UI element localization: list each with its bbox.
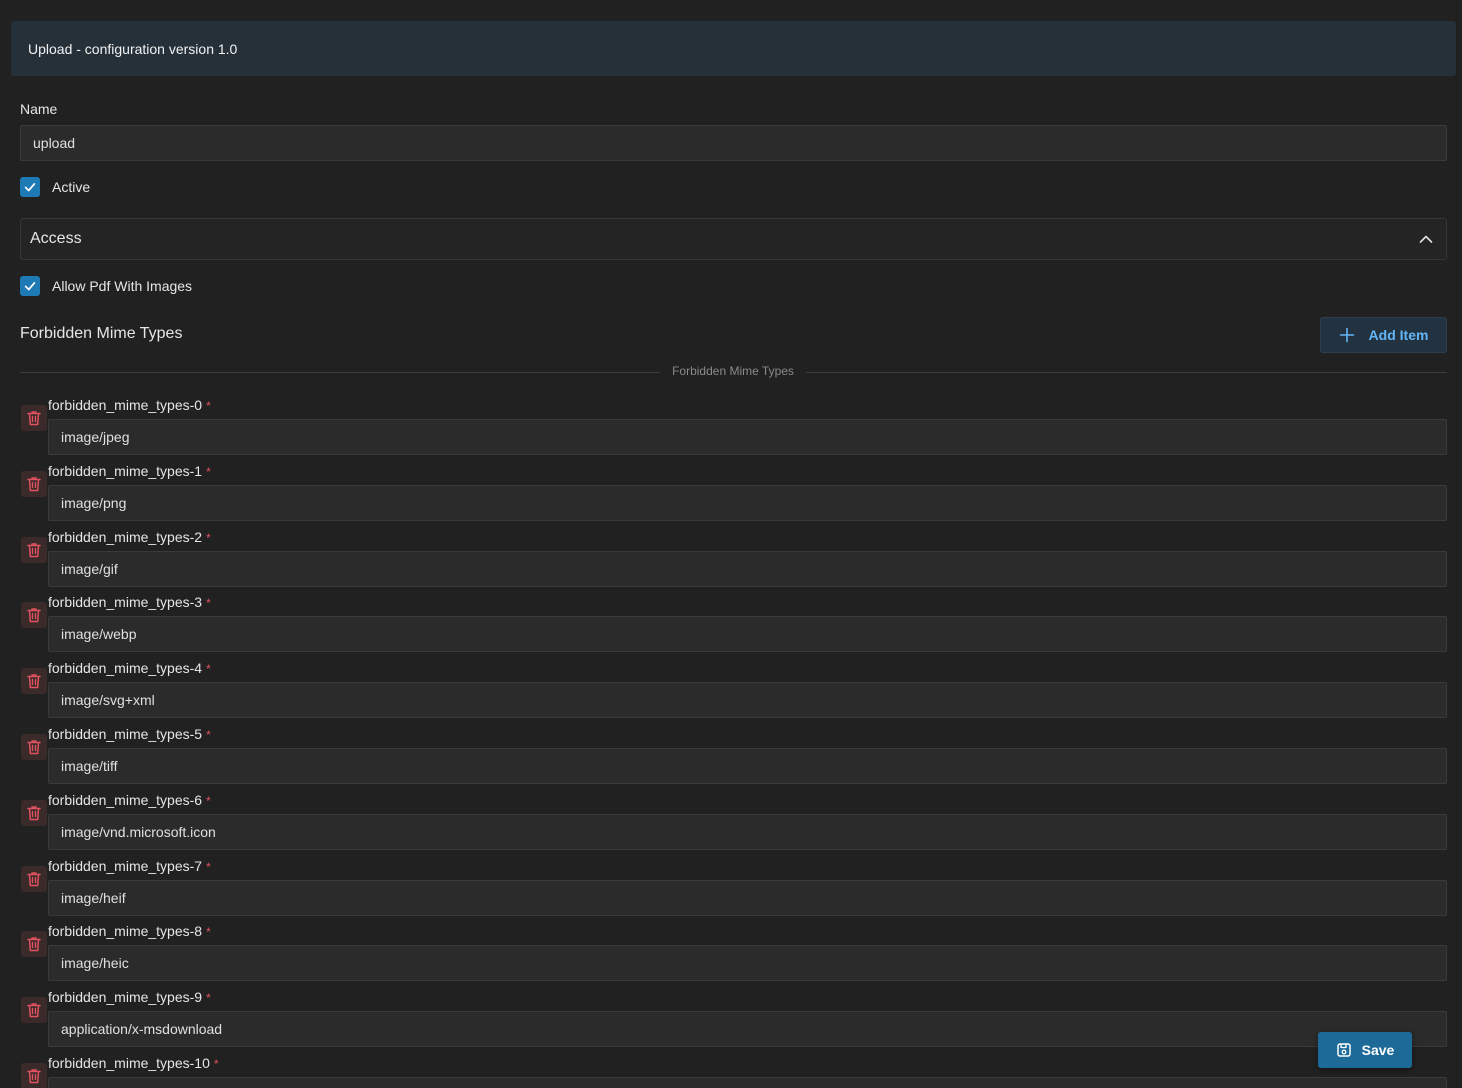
- trash-icon: [27, 477, 41, 492]
- mime-type-label: forbidden_mime_types-1 *: [48, 463, 211, 479]
- required-marker: *: [206, 925, 211, 939]
- mime-type-input[interactable]: [48, 682, 1447, 718]
- mime-type-label: forbidden_mime_types-0 *: [48, 397, 211, 413]
- section-divider: [20, 372, 1447, 373]
- trash-icon: [27, 411, 41, 426]
- mime-type-input[interactable]: [48, 814, 1447, 850]
- mime-type-input[interactable]: [48, 419, 1447, 455]
- required-marker: *: [206, 794, 211, 808]
- divider-label: Forbidden Mime Types: [0, 364, 1462, 378]
- delete-item-button[interactable]: [21, 405, 47, 431]
- active-checkbox[interactable]: [20, 177, 40, 197]
- delete-item-button[interactable]: [21, 997, 47, 1023]
- required-marker: *: [206, 991, 211, 1005]
- delete-item-button[interactable]: [21, 537, 47, 563]
- allow-pdf-label: Allow Pdf With Images: [52, 278, 193, 294]
- add-item-button[interactable]: Add Item: [1320, 317, 1447, 353]
- access-title: Access: [30, 230, 82, 247]
- mime-type-label: forbidden_mime_types-4 *: [48, 660, 211, 676]
- required-marker: *: [206, 465, 211, 479]
- header-banner: Upload - configuration version 1.0: [11, 21, 1456, 76]
- delete-item-button[interactable]: [21, 800, 47, 826]
- forbidden-section-title: Forbidden Mime Types: [20, 325, 183, 342]
- active-checkbox-row[interactable]: Active: [20, 177, 90, 197]
- check-icon: [24, 282, 36, 291]
- mime-type-label: forbidden_mime_types-2 *: [48, 529, 211, 545]
- required-marker: *: [206, 399, 211, 413]
- trash-icon: [27, 674, 41, 689]
- delete-item-button[interactable]: [21, 471, 47, 497]
- page-title: Upload - configuration version 1.0: [28, 40, 238, 57]
- mime-type-input[interactable]: [48, 551, 1447, 587]
- required-marker: *: [206, 662, 211, 676]
- mime-type-label: forbidden_mime_types-7 *: [48, 858, 211, 874]
- required-marker: *: [213, 1057, 219, 1071]
- trash-icon: [27, 1003, 41, 1018]
- config-page: Upload - configuration version 1.0 Name …: [0, 0, 1462, 1088]
- mime-type-input[interactable]: [48, 1011, 1447, 1047]
- mime-type-row: forbidden_mime_types-6 *: [0, 792, 1462, 858]
- mime-type-label: forbidden_mime_types-9 *: [48, 989, 211, 1005]
- mime-type-row: forbidden_mime_types-0 *: [0, 397, 1462, 463]
- mime-type-row: forbidden_mime_types-7 *: [0, 858, 1462, 924]
- mime-type-input[interactable]: [48, 880, 1447, 916]
- required-marker: *: [206, 728, 211, 742]
- mime-type-input[interactable]: [48, 945, 1447, 981]
- mime-type-row: forbidden_mime_types-9 *: [0, 989, 1462, 1055]
- allow-pdf-checkbox[interactable]: [20, 276, 40, 296]
- trash-icon: [27, 872, 41, 887]
- active-label: Active: [52, 179, 91, 195]
- mime-type-label: forbidden_mime_types-5 *: [48, 726, 211, 742]
- required-marker: *: [206, 596, 211, 610]
- save-label: Save: [1361, 1042, 1395, 1058]
- mime-type-row: forbidden_mime_types-8 *: [0, 923, 1462, 989]
- delete-item-button[interactable]: [21, 866, 47, 892]
- mime-type-row: forbidden_mime_types-3 *: [0, 594, 1462, 660]
- save-icon: [1336, 1043, 1351, 1057]
- mime-type-input[interactable]: [48, 748, 1447, 784]
- mime-type-label: forbidden_mime_types-10 *: [48, 1055, 219, 1071]
- required-marker: *: [206, 860, 211, 874]
- mime-type-row: forbidden_mime_types-5 *: [0, 726, 1462, 792]
- check-icon: [24, 183, 36, 192]
- mime-type-input[interactable]: [48, 485, 1447, 521]
- trash-icon: [27, 608, 41, 623]
- name-input[interactable]: [20, 125, 1447, 161]
- mime-type-row: forbidden_mime_types-10 *: [0, 1055, 1462, 1088]
- mime-type-input[interactable]: [48, 1077, 1447, 1088]
- trash-icon: [27, 806, 41, 821]
- plus-icon: [1339, 327, 1354, 343]
- mime-type-row: forbidden_mime_types-2 *: [0, 529, 1462, 595]
- trash-icon: [27, 543, 41, 558]
- mime-type-row: forbidden_mime_types-4 *: [0, 660, 1462, 726]
- mime-type-row: forbidden_mime_types-1 *: [0, 463, 1462, 529]
- delete-item-button[interactable]: [21, 734, 47, 760]
- delete-item-button[interactable]: [21, 1063, 47, 1088]
- allow-pdf-checkbox-row[interactable]: Allow Pdf With Images: [20, 276, 192, 296]
- name-label: Name: [20, 101, 58, 117]
- delete-item-button[interactable]: [21, 602, 47, 628]
- access-accordion-header[interactable]: Access: [20, 218, 1447, 260]
- mime-type-input[interactable]: [48, 616, 1447, 652]
- delete-item-button[interactable]: [21, 931, 47, 957]
- mime-type-label: forbidden_mime_types-3 *: [48, 594, 211, 610]
- delete-item-button[interactable]: [21, 668, 47, 694]
- required-marker: *: [206, 531, 211, 545]
- trash-icon: [27, 740, 41, 755]
- chevron-up-icon: [1419, 235, 1433, 243]
- mime-type-label: forbidden_mime_types-8 *: [48, 923, 211, 939]
- add-item-label: Add Item: [1368, 327, 1429, 343]
- trash-icon: [27, 937, 41, 952]
- trash-icon: [27, 1069, 41, 1084]
- mime-type-label: forbidden_mime_types-6 *: [48, 792, 211, 808]
- save-button[interactable]: Save: [1318, 1032, 1412, 1068]
